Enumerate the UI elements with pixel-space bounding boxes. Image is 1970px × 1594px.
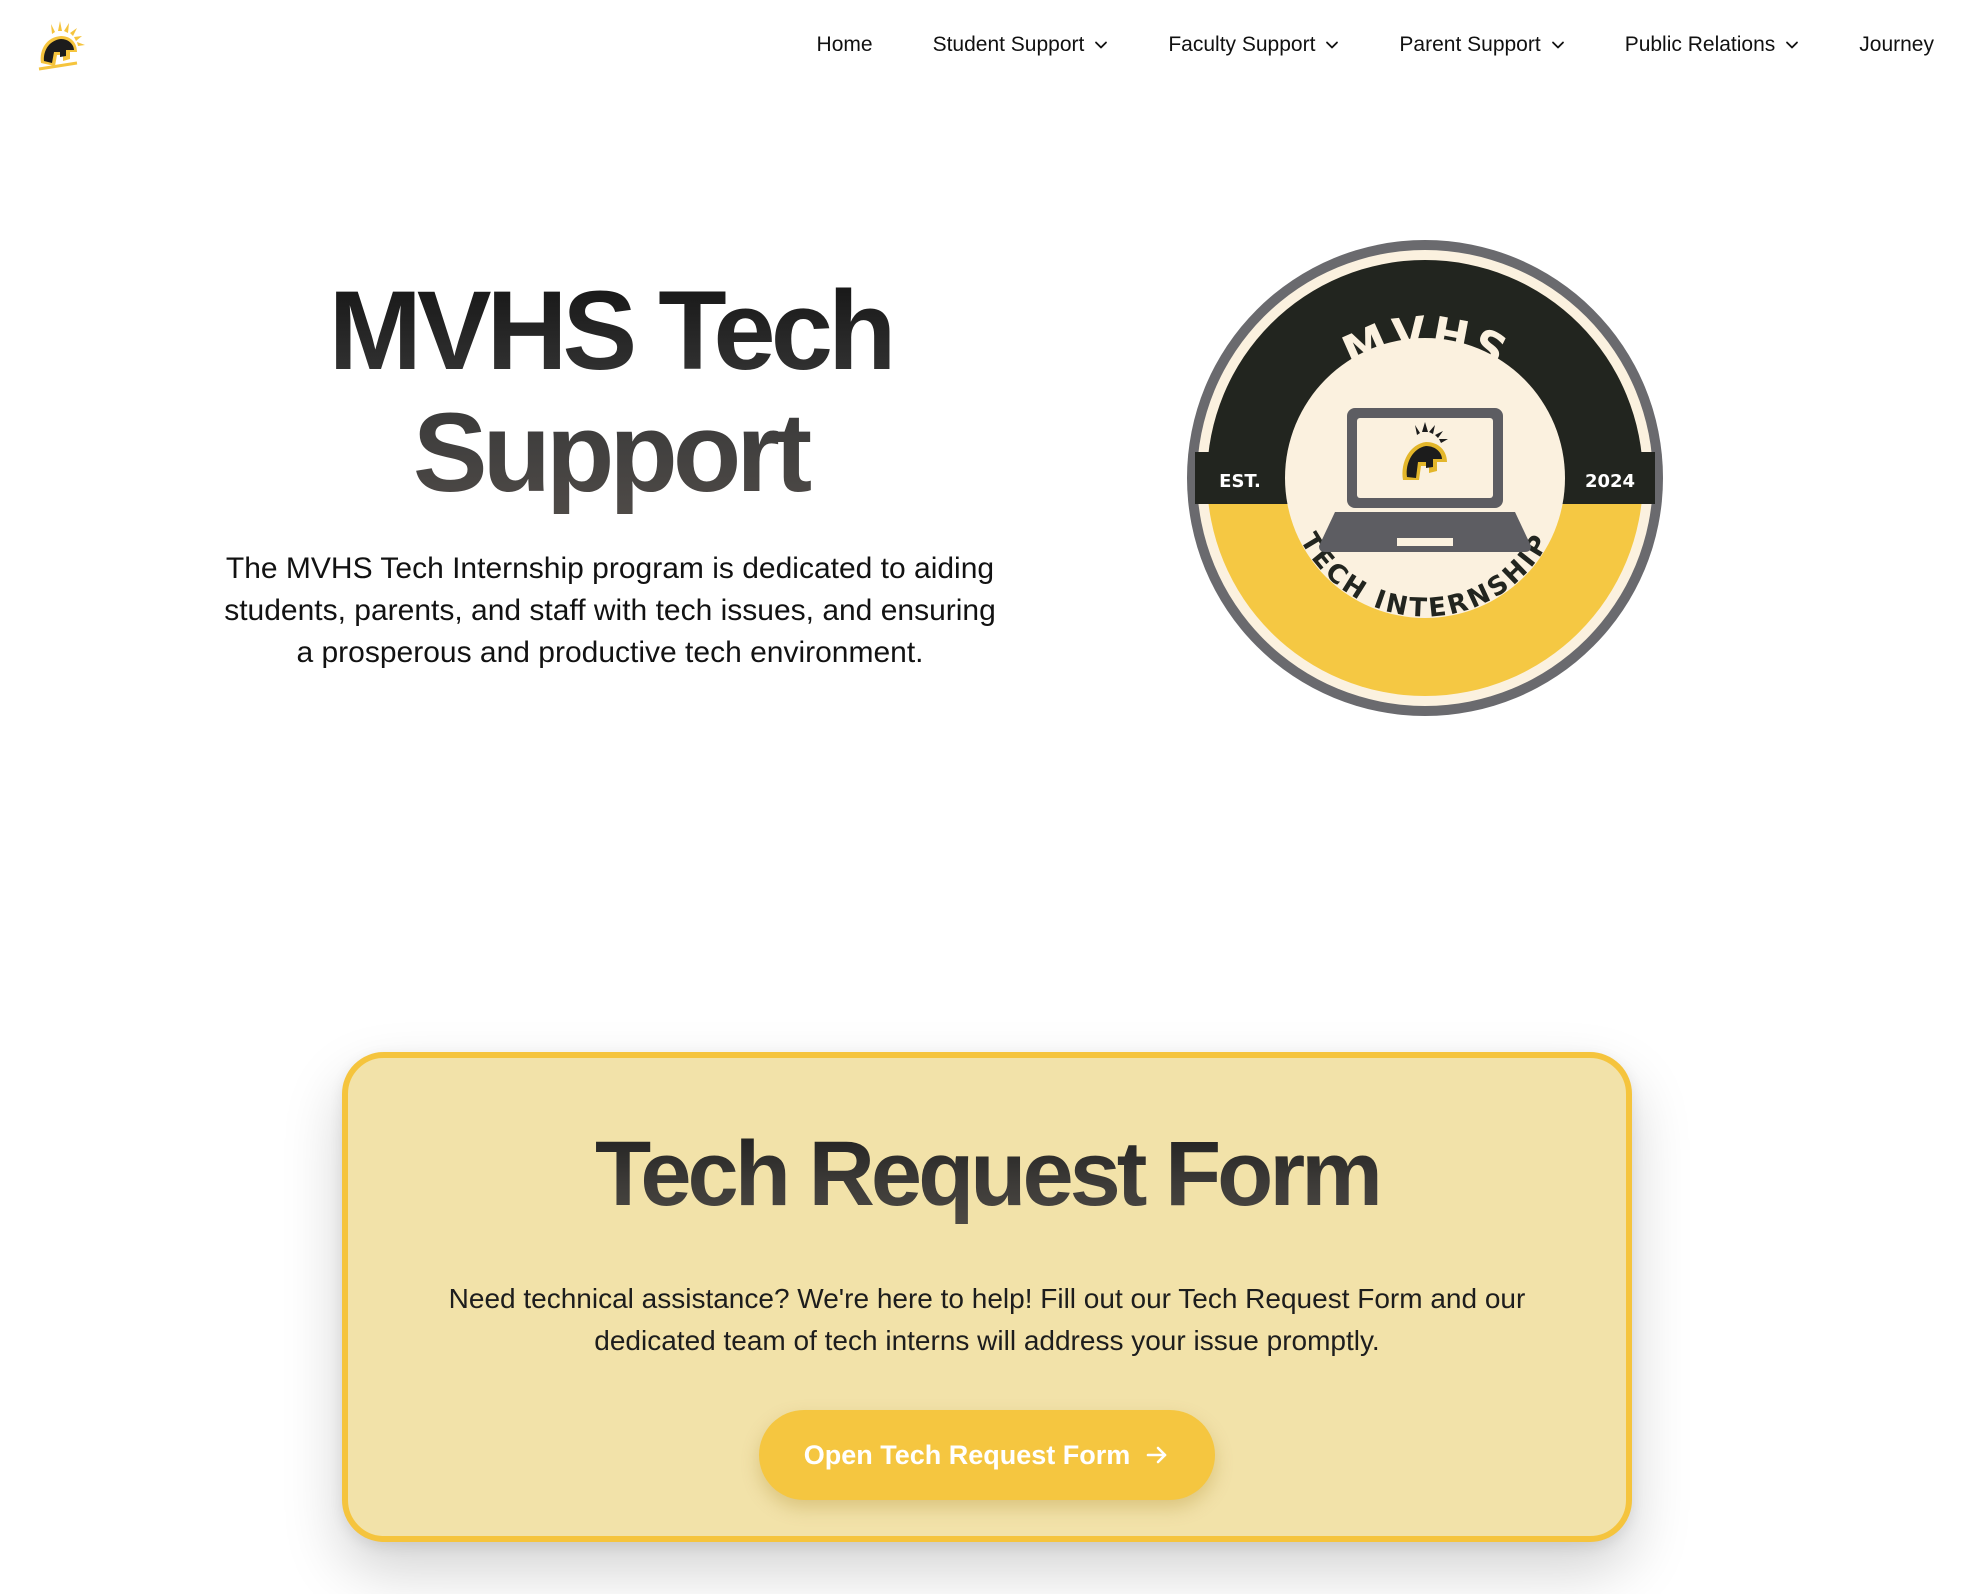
chevron-down-icon [1786,41,1799,49]
card-description: Need technical assistance? We're here to… [448,1283,1526,1356]
nav-item-label: Student Support [932,33,1085,56]
button-label: Open Tech Request Form [803,1439,1131,1470]
card-title: Tech Request Form [348,1122,1626,1226]
hero-section: MVHS Tech Support The MVHS Tech Internsh… [200,270,1020,674]
arrow-right-icon [1146,1446,1167,1464]
nav-item-label: Public Relations [1624,33,1776,56]
nav-menu: Home Student Support Faculty Support Par… [817,30,1934,60]
badge-left-text: EST. [1219,471,1261,492]
nav-item-home[interactable]: Home [817,30,873,60]
nav-item-faculty-support[interactable]: Faculty Support [1168,30,1339,60]
open-tech-request-form-button[interactable]: Open Tech Request Form [759,1410,1215,1500]
hero-title: MVHS Tech Support [200,270,1020,514]
nav-item-journey[interactable]: Journey [1859,30,1934,60]
laptop-helmet-icon [1319,408,1531,552]
nav-item-label: Faculty Support [1168,33,1316,56]
spartan-helmet-icon[interactable] [33,19,87,73]
nav-item-parent-support[interactable]: Parent Support [1399,30,1564,60]
nav-item-public-relations[interactable]: Public Relations [1625,30,1800,60]
tech-request-card: Tech Request Form Need technical assista… [342,1052,1632,1542]
chevron-down-icon [1095,41,1108,49]
nav-item-student-support[interactable]: Student Support [933,30,1109,60]
hero-title-line-1: MVHS Tech [328,268,892,393]
badge-right-text: 2024 [1585,471,1635,492]
nav-item-label: Home [816,33,873,56]
top-navigation: Home Student Support Faculty Support Par… [0,0,1970,92]
hero-title-line-2: Support [412,390,808,515]
chevron-down-icon [1551,41,1564,49]
page: Home Student Support Faculty Support Par… [0,0,1970,1594]
nav-item-label: Journey [1859,33,1934,56]
hero-description: The MVHS Tech Internship program is dedi… [224,552,996,669]
chevron-down-icon [1326,41,1339,49]
nav-item-label: Parent Support [1399,33,1541,56]
tech-internship-badge: MVHS TECH INTERNSHIP EST. 2024 [1187,240,1663,716]
